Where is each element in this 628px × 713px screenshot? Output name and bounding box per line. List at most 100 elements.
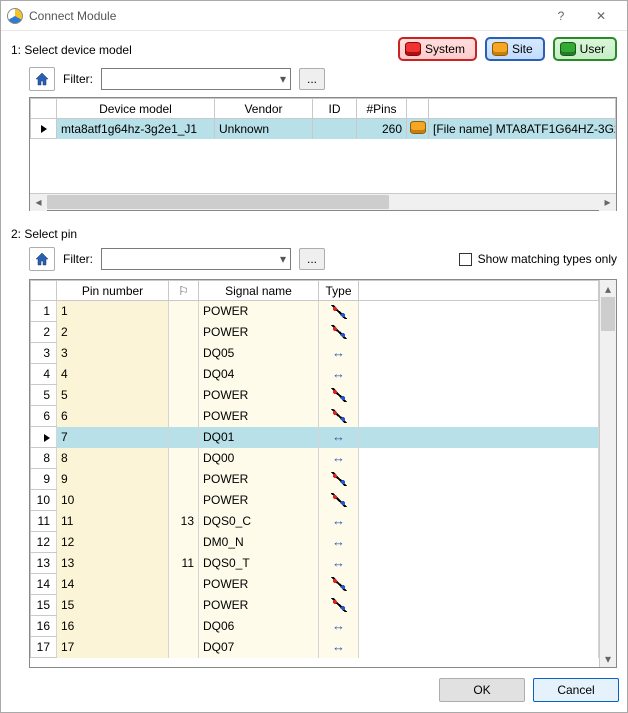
show-matching-checkbox[interactable] [459, 253, 472, 266]
row-header-cell: 1 [31, 301, 57, 322]
desc-cell: [File name] MTA8ATF1G64HZ-3G2E1 [429, 119, 616, 139]
help-button[interactable]: ? [541, 2, 581, 30]
io-icon [331, 346, 347, 360]
col-id[interactable]: ID [313, 99, 357, 119]
pin-row[interactable]: 99POWER [31, 469, 599, 490]
pin-row[interactable]: 44DQ04 [31, 364, 599, 385]
filler-cell [359, 322, 599, 343]
show-matching-label: Show matching types only [478, 252, 617, 266]
pin-number-cell: 9 [57, 469, 169, 490]
pair-cell: 11 [169, 553, 199, 574]
power-icon [331, 388, 347, 402]
row-header-cell: 16 [31, 616, 57, 637]
scroll-up-icon[interactable]: ▴ [600, 280, 616, 297]
cancel-button[interactable]: Cancel [533, 678, 619, 702]
device-row[interactable]: mta8atf1g64hz-3g2e1_J1 Unknown 260 [File… [31, 119, 616, 139]
close-button[interactable]: ✕ [581, 2, 621, 30]
col-desc[interactable] [429, 99, 616, 119]
pair-cell: 13 [169, 511, 199, 532]
power-icon [331, 472, 347, 486]
scope-user-button[interactable]: User [553, 37, 617, 61]
pair-cell [169, 448, 199, 469]
pair-cell [169, 385, 199, 406]
pin-row[interactable]: 131311DQS0_T [31, 553, 599, 574]
section2-filter-more-button[interactable]: ... [299, 248, 325, 270]
filler-cell [359, 427, 599, 448]
scroll-left-icon[interactable]: ◂ [30, 194, 47, 211]
row-header-cell: 8 [31, 448, 57, 469]
pair-cell [169, 427, 199, 448]
pin-row[interactable]: 1616 DQ06 [31, 616, 599, 637]
row-header-cell [31, 427, 57, 448]
pin-row[interactable]: 66POWER [31, 406, 599, 427]
row-header-cell[interactable] [31, 99, 57, 119]
scroll-thumb[interactable] [601, 297, 615, 331]
window-title: Connect Module [29, 9, 116, 23]
row-header-cell: 14 [31, 574, 57, 595]
scroll-thumb[interactable] [47, 195, 389, 209]
col-type[interactable]: Type [319, 281, 359, 301]
pin-row[interactable]: 1717DQ07 [31, 637, 599, 658]
pair-cell [169, 490, 199, 511]
pin-number-cell: 16 [57, 616, 169, 637]
pin-row[interactable]: 88DQ00 [31, 448, 599, 469]
vertical-scrollbar[interactable]: ▴ ▾ [599, 280, 616, 667]
pin-row[interactable]: 1212DM0_N [31, 532, 599, 553]
scope-system-button[interactable]: System [398, 37, 477, 61]
section1-filter-combo[interactable]: ▾ [101, 68, 291, 90]
col-device-model[interactable]: Device model [57, 99, 215, 119]
scroll-down-icon[interactable]: ▾ [600, 650, 616, 667]
pin-row[interactable]: 7 DQ01 [31, 427, 599, 448]
signal-name-cell: DQ06 [199, 616, 319, 637]
col-pins[interactable]: #Pins [357, 99, 407, 119]
section1-filter-more-button[interactable]: ... [299, 68, 325, 90]
row-header-cell[interactable] [31, 281, 57, 301]
home-icon [34, 251, 50, 267]
section2-filter-combo[interactable]: ▾ [101, 248, 291, 270]
pin-number-cell: 10 [57, 490, 169, 511]
pair-cell [169, 364, 199, 385]
col-pair[interactable] [169, 281, 199, 301]
scope-site-label: Site [512, 42, 533, 56]
col-scope[interactable] [407, 99, 429, 119]
scroll-right-icon[interactable]: ▸ [599, 194, 616, 211]
row-header-cell: 5 [31, 385, 57, 406]
pin-row[interactable]: 55POWER [31, 385, 599, 406]
signal-name-cell: DQ05 [199, 343, 319, 364]
signal-name-cell: POWER [199, 490, 319, 511]
section1-label: 1: Select device model [11, 43, 398, 57]
io-icon [331, 514, 347, 528]
pin-row[interactable]: 22POWER [31, 322, 599, 343]
pin-row[interactable]: 33DQ05 [31, 343, 599, 364]
pin-number-cell: 8 [57, 448, 169, 469]
home-button[interactable] [29, 67, 55, 91]
horizontal-scrollbar[interactable]: ◂ ▸ [30, 193, 616, 210]
filler-cell [359, 469, 599, 490]
ok-button[interactable]: OK [439, 678, 525, 702]
signal-name-cell: DQ01 [199, 427, 319, 448]
pin-number-cell: 2 [57, 322, 169, 343]
home-button[interactable] [29, 247, 55, 271]
signal-name-cell: POWER [199, 385, 319, 406]
filler-cell [359, 511, 599, 532]
more-label: ... [307, 72, 317, 86]
type-cell [319, 427, 359, 448]
row-header-cell: 9 [31, 469, 57, 490]
col-signal-name[interactable]: Signal name [199, 281, 319, 301]
type-cell [319, 364, 359, 385]
col-vendor[interactable]: Vendor [215, 99, 313, 119]
col-pin-number[interactable]: Pin number [57, 281, 169, 301]
pin-row[interactable]: 11POWER [31, 301, 599, 322]
io-icon [331, 535, 347, 549]
pin-row[interactable]: 1515POWER [31, 595, 599, 616]
pin-row[interactable]: 1414POWER [31, 574, 599, 595]
pin-number-cell: 7 [57, 427, 169, 448]
pin-row[interactable]: 111113DQS0_C [31, 511, 599, 532]
signal-name-cell: POWER [199, 595, 319, 616]
pin-row[interactable]: 1010POWER [31, 490, 599, 511]
filler-cell [359, 616, 599, 637]
io-icon [331, 619, 347, 633]
type-cell [319, 595, 359, 616]
scope-user-label: User [580, 42, 605, 56]
scope-site-button[interactable]: Site [485, 37, 545, 61]
